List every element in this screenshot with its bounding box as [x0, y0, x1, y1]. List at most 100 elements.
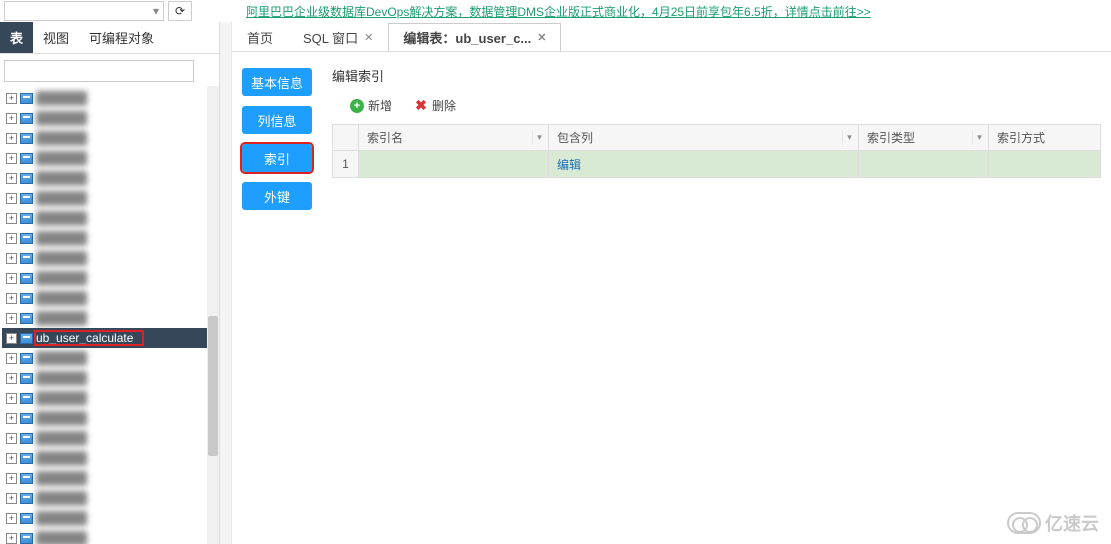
delete-index-button[interactable]: ✖ 删除	[414, 97, 456, 114]
tree-expand-icon[interactable]: +	[6, 413, 17, 424]
tree-node[interactable]: +██████	[2, 168, 219, 188]
tree-expand-icon[interactable]: +	[6, 313, 17, 324]
cell-contains[interactable]: 编辑	[549, 151, 859, 177]
side-nav-button[interactable]: 基本信息	[242, 68, 312, 96]
table-icon	[20, 313, 33, 324]
panel-splitter[interactable]	[220, 22, 232, 544]
tree-node[interactable]: +██████	[2, 208, 219, 228]
col-index-mode[interactable]: 索引方式	[989, 125, 1100, 150]
tree-node[interactable]: + ██████	[2, 468, 219, 488]
doc-tab[interactable]: SQL 窗口 ✕	[288, 23, 388, 51]
database-selector[interactable]: ▾	[4, 1, 164, 21]
col-rownum	[333, 125, 359, 150]
tree-expand-icon[interactable]: +	[6, 213, 17, 224]
tree-expand-icon[interactable]: +	[6, 533, 17, 544]
tree-expand-icon[interactable]: +	[6, 273, 17, 284]
cell-index-mode[interactable]	[989, 151, 1100, 177]
left-tab-programmable[interactable]: 可编程对象	[79, 22, 164, 53]
col-index-type[interactable]: 索引类型 ▾	[859, 125, 989, 150]
tree-expand-icon[interactable]: +	[6, 393, 17, 404]
add-index-button[interactable]: + 新增	[350, 97, 392, 114]
add-icon: +	[350, 99, 364, 113]
tree-node[interactable]: + ██████	[2, 448, 219, 468]
edit-link[interactable]: 编辑	[557, 156, 581, 173]
tree-node[interactable]: +██████	[2, 368, 219, 388]
tree-node-label: ██████	[36, 131, 87, 145]
tree-node[interactable]: + ██████	[2, 348, 219, 368]
tree-scrollbar[interactable]	[207, 86, 219, 544]
col-index-name-menu-icon[interactable]: ▾	[532, 131, 546, 145]
col-contains-menu-icon[interactable]: ▾	[842, 131, 856, 145]
tree-scroll-thumb[interactable]	[208, 316, 218, 456]
refresh-button[interactable]: ⟳	[168, 1, 192, 21]
promo-banner-link[interactable]: 阿里巴巴企业级数据库DevOps解决方案，数据管理DMS企业版正式商业化，4月2…	[246, 3, 871, 20]
tree-node[interactable]: +██████	[2, 88, 219, 108]
tree-node[interactable]: +██████	[2, 188, 219, 208]
tree-node-label: ██████	[36, 351, 87, 365]
tree-node-label: ██████	[36, 411, 87, 425]
tree-expand-icon[interactable]: +	[6, 133, 17, 144]
tree-node[interactable]: + ██████	[2, 128, 219, 148]
refresh-icon: ⟳	[175, 4, 185, 18]
tree-node-selected[interactable]: + ub_user_calculate	[2, 328, 219, 348]
tree-node-label: ██████	[36, 471, 87, 485]
tree-node[interactable]: + ██████	[2, 268, 219, 288]
tree-node[interactable]: +██████	[2, 428, 219, 448]
tree-expand-icon[interactable]: +	[6, 93, 17, 104]
tree-node[interactable]: +██████	[2, 508, 219, 528]
close-icon[interactable]: ✕	[537, 31, 546, 44]
tree-node[interactable]: +██████	[2, 308, 219, 328]
tree-node[interactable]: +██████	[2, 288, 219, 308]
tree-expand-icon[interactable]: +	[6, 253, 17, 264]
col-index-mode-label: 索引方式	[997, 129, 1045, 146]
cell-index-name[interactable]	[359, 151, 549, 177]
col-index-name[interactable]: 索引名 ▾	[359, 125, 549, 150]
tree-node[interactable]: + ██████	[2, 408, 219, 428]
tree-node[interactable]: +██████	[2, 528, 219, 544]
doc-tab[interactable]: 编辑表：ub_user_c...✕	[388, 23, 561, 51]
tree-node[interactable]: +██████	[2, 488, 219, 508]
left-tab-table[interactable]: 表	[0, 22, 33, 53]
side-nav-button[interactable]: 外键	[242, 182, 312, 210]
tree-node[interactable]: +██████	[2, 228, 219, 248]
tree-expand-icon[interactable]: +	[6, 353, 17, 364]
tree-node-label: ██████	[36, 271, 87, 285]
table-icon	[20, 493, 33, 504]
tree-expand-icon[interactable]: +	[6, 453, 17, 464]
close-icon[interactable]: ✕	[364, 31, 373, 44]
tree-expand-icon[interactable]: +	[6, 333, 17, 344]
side-nav-button[interactable]: 索引	[242, 144, 312, 172]
col-contains[interactable]: 包含列 ▾	[549, 125, 859, 150]
col-index-type-label: 索引类型	[867, 129, 915, 146]
tree-node[interactable]: +██████	[2, 248, 219, 268]
tree-expand-icon[interactable]: +	[6, 293, 17, 304]
side-nav-button[interactable]: 列信息	[242, 106, 312, 134]
col-index-type-menu-icon[interactable]: ▾	[972, 131, 986, 145]
cell-index-type[interactable]	[859, 151, 989, 177]
tree-expand-icon[interactable]: +	[6, 473, 17, 484]
tree-node[interactable]: +██████	[2, 108, 219, 128]
tree-search-input[interactable]	[4, 60, 194, 82]
tree-expand-icon[interactable]: +	[6, 113, 17, 124]
tree-node-label: ██████	[36, 451, 87, 465]
tree-expand-icon[interactable]: +	[6, 493, 17, 504]
grid-header: 索引名 ▾ 包含列 ▾ 索引类型 ▾ 索引方式	[333, 125, 1100, 151]
right-panel: 首页SQL 窗口✕编辑表：ub_user_c...✕ 基本信息列信息索引外键 编…	[232, 22, 1111, 544]
doc-tab-label: SQL 窗口	[303, 28, 358, 47]
table-icon	[20, 253, 33, 264]
tree-node-label: ub_user_calculate	[36, 331, 133, 345]
tree-expand-icon[interactable]: +	[6, 173, 17, 184]
tree-expand-icon[interactable]: +	[6, 153, 17, 164]
tree-expand-icon[interactable]: +	[6, 233, 17, 244]
tree-expand-icon[interactable]: +	[6, 513, 17, 524]
tree-node[interactable]: +██████	[2, 148, 219, 168]
object-tree[interactable]: + ██████ + ██████ + ██████ + ██████ + ██████ + ████…	[0, 86, 219, 544]
row-number: 1	[333, 151, 359, 177]
doc-tab[interactable]: 首页	[232, 23, 288, 51]
tree-expand-icon[interactable]: +	[6, 373, 17, 384]
tree-node[interactable]: +██████	[2, 388, 219, 408]
tree-expand-icon[interactable]: +	[6, 193, 17, 204]
left-tab-view[interactable]: 视图	[33, 22, 79, 53]
tree-expand-icon[interactable]: +	[6, 433, 17, 444]
grid-row[interactable]: 1 编辑	[333, 151, 1100, 177]
